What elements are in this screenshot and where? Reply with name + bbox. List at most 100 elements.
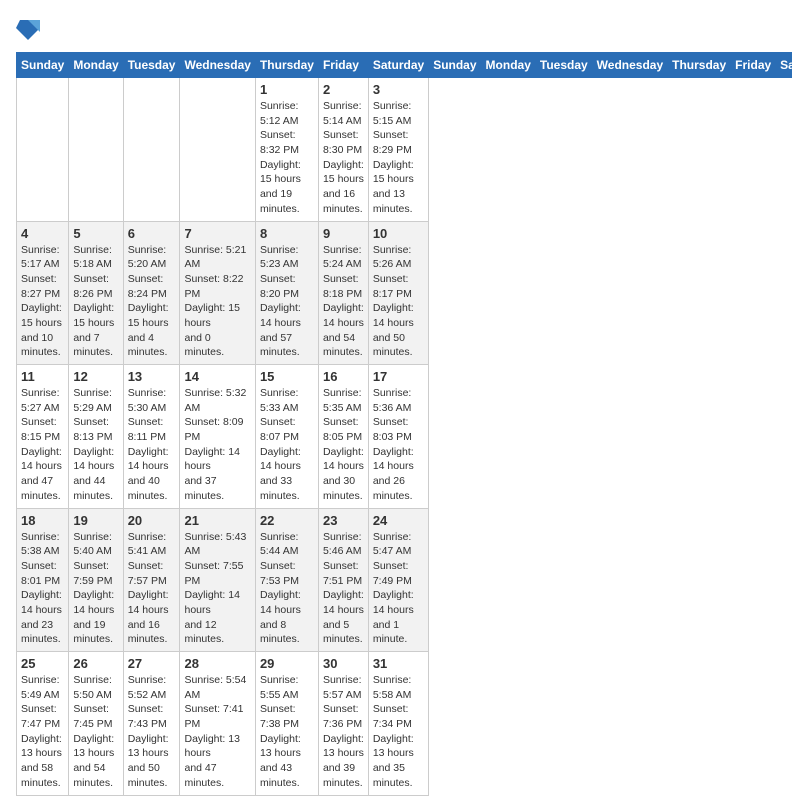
day-number: 11: [21, 369, 64, 384]
calendar-cell: 26 Sunrise: 5:50 AM Sunset: 7:45 PM Dayli…: [69, 652, 123, 796]
header-day-wednesday: Wednesday: [592, 53, 667, 78]
day-number: 3: [373, 82, 424, 97]
calendar-cell: 4Sunrise: 5:17 AM Sunset: 8:27 PM Daylig…: [17, 221, 69, 365]
calendar-cell: 20Sunrise: 5:41 AM Sunset: 7:57 PM Dayli…: [123, 508, 180, 652]
day-info: Sunrise: 5:26 AM Sunset: 8:17 PM Dayligh…: [373, 243, 424, 361]
calendar-cell: 13 Sunrise: 5:30 AM Sunset: 8:11 PM Dayli…: [123, 365, 180, 509]
calendar-cell: 28 Sunrise: 5:54 AM Sunset: 7:41 PM Dayli…: [180, 652, 255, 796]
calendar-cell: 15 Sunrise: 5:33 AM Sunset: 8:07 PM Dayli…: [255, 365, 318, 509]
day-number: 25: [21, 656, 64, 671]
calendar-cell: 30 Sunrise: 5:57 AM Sunset: 7:36 PM Dayli…: [318, 652, 368, 796]
day-info: Sunrise: 5:14 AM Sunset: 8:30 PM Dayligh…: [323, 99, 364, 217]
header-monday: Monday: [69, 53, 123, 78]
day-number: 12: [73, 369, 118, 384]
day-info: Sunrise: 5:43 AM Sunset: 7:55 PM Dayligh…: [184, 530, 250, 648]
calendar-cell: 14Sunrise: 5:32 AM Sunset: 8:09 PM Dayli…: [180, 365, 255, 509]
day-number: 20: [128, 513, 176, 528]
day-number: 23: [323, 513, 364, 528]
calendar-cell: 8Sunrise: 5:23 AM Sunset: 8:20 PM Daylig…: [255, 221, 318, 365]
day-info: Sunrise: 5:36 AM Sunset: 8:03 PM Dayligh…: [373, 386, 424, 504]
day-info: Sunrise: 5:33 AM Sunset: 8:07 PM Dayligh…: [260, 386, 314, 504]
day-number: 1: [260, 82, 314, 97]
calendar-cell: 16Sunrise: 5:35 AM Sunset: 8:05 PM Dayli…: [318, 365, 368, 509]
calendar-cell: 18 Sunrise: 5:38 AM Sunset: 8:01 PM Dayli…: [17, 508, 69, 652]
week-row-4: 18 Sunrise: 5:38 AM Sunset: 8:01 PM Dayli…: [17, 508, 792, 652]
calendar-cell: 3Sunrise: 5:15 AM Sunset: 8:29 PM Daylig…: [368, 78, 428, 222]
day-number: 13: [128, 369, 176, 384]
day-info: Sunrise: 5:55 AM Sunset: 7:38 PM Dayligh…: [260, 673, 314, 791]
day-info: Sunrise: 5:23 AM Sunset: 8:20 PM Dayligh…: [260, 243, 314, 361]
day-number: 7: [184, 226, 250, 241]
calendar-cell: 19Sunrise: 5:40 AM Sunset: 7:59 PM Dayli…: [69, 508, 123, 652]
header-wednesday: Wednesday: [180, 53, 255, 78]
week-row-3: 11 Sunrise: 5:27 AM Sunset: 8:15 PM Dayli…: [17, 365, 792, 509]
day-number: 15: [260, 369, 314, 384]
header-day-monday: Monday: [481, 53, 535, 78]
day-info: Sunrise: 5:30 AM Sunset: 8:11 PM Dayligh…: [128, 386, 176, 504]
day-info: Sunrise: 5:20 AM Sunset: 8:24 PM Dayligh…: [128, 243, 176, 361]
calendar-cell: 7Sunrise: 5:21 AM Sunset: 8:22 PM Daylig…: [180, 221, 255, 365]
day-number: 27: [128, 656, 176, 671]
day-number: 17: [373, 369, 424, 384]
header-day-saturday: Saturday: [776, 53, 792, 78]
calendar-cell: 27 Sunrise: 5:52 AM Sunset: 7:43 PM Dayli…: [123, 652, 180, 796]
header-thursday: Thursday: [255, 53, 318, 78]
day-number: 10: [373, 226, 424, 241]
header-friday: Friday: [318, 53, 368, 78]
calendar-cell: 12 Sunrise: 5:29 AM Sunset: 8:13 PM Dayli…: [69, 365, 123, 509]
day-info: Sunrise: 5:38 AM Sunset: 8:01 PM Dayligh…: [21, 530, 64, 648]
calendar-cell: 31Sunrise: 5:58 AM Sunset: 7:34 PM Dayli…: [368, 652, 428, 796]
calendar-cell: 6 Sunrise: 5:20 AM Sunset: 8:24 PM Daylig…: [123, 221, 180, 365]
calendar-cell: 29 Sunrise: 5:55 AM Sunset: 7:38 PM Dayli…: [255, 652, 318, 796]
calendar-cell: 25 Sunrise: 5:49 AM Sunset: 7:47 PM Dayli…: [17, 652, 69, 796]
calendar-cell: 17 Sunrise: 5:36 AM Sunset: 8:03 PM Dayli…: [368, 365, 428, 509]
calendar-cell: 11 Sunrise: 5:27 AM Sunset: 8:15 PM Dayli…: [17, 365, 69, 509]
calendar-cell: 23 Sunrise: 5:46 AM Sunset: 7:51 PM Dayli…: [318, 508, 368, 652]
day-number: 30: [323, 656, 364, 671]
logo: [16, 16, 44, 44]
day-info: Sunrise: 5:24 AM Sunset: 8:18 PM Dayligh…: [323, 243, 364, 361]
header-sunday: Sunday: [17, 53, 69, 78]
day-info: Sunrise: 5:54 AM Sunset: 7:41 PM Dayligh…: [184, 673, 250, 791]
day-number: 18: [21, 513, 64, 528]
header-day-friday: Friday: [731, 53, 776, 78]
day-number: 5: [73, 226, 118, 241]
calendar-cell: 1 Sunrise: 5:12 AM Sunset: 8:32 PM Daylig…: [255, 78, 318, 222]
calendar-cell: 24Sunrise: 5:47 AM Sunset: 7:49 PM Dayli…: [368, 508, 428, 652]
day-number: 4: [21, 226, 64, 241]
day-info: Sunrise: 5:27 AM Sunset: 8:15 PM Dayligh…: [21, 386, 64, 504]
calendar-cell: 22Sunrise: 5:44 AM Sunset: 7:53 PM Dayli…: [255, 508, 318, 652]
calendar-cell: [123, 78, 180, 222]
day-number: 29: [260, 656, 314, 671]
calendar-cell: 9 Sunrise: 5:24 AM Sunset: 8:18 PM Daylig…: [318, 221, 368, 365]
day-info: Sunrise: 5:29 AM Sunset: 8:13 PM Dayligh…: [73, 386, 118, 504]
day-info: Sunrise: 5:12 AM Sunset: 8:32 PM Dayligh…: [260, 99, 314, 217]
week-row-5: 25 Sunrise: 5:49 AM Sunset: 7:47 PM Dayli…: [17, 652, 792, 796]
week-row-1: 1 Sunrise: 5:12 AM Sunset: 8:32 PM Daylig…: [17, 78, 792, 222]
day-number: 28: [184, 656, 250, 671]
day-info: Sunrise: 5:44 AM Sunset: 7:53 PM Dayligh…: [260, 530, 314, 648]
logo-icon: [16, 16, 40, 44]
header-tuesday: Tuesday: [123, 53, 180, 78]
calendar-cell: [17, 78, 69, 222]
day-number: 21: [184, 513, 250, 528]
day-number: 9: [323, 226, 364, 241]
calendar-cell: 10 Sunrise: 5:26 AM Sunset: 8:17 PM Dayli…: [368, 221, 428, 365]
days-header-row: SundayMondayTuesdayWednesdayThursdayFrid…: [17, 53, 792, 78]
day-number: 2: [323, 82, 364, 97]
day-info: Sunrise: 5:50 AM Sunset: 7:45 PM Dayligh…: [73, 673, 118, 791]
day-info: Sunrise: 5:49 AM Sunset: 7:47 PM Dayligh…: [21, 673, 64, 791]
day-number: 24: [373, 513, 424, 528]
calendar-cell: [180, 78, 255, 222]
day-number: 19: [73, 513, 118, 528]
day-number: 26: [73, 656, 118, 671]
day-number: 6: [128, 226, 176, 241]
header-day-tuesday: Tuesday: [535, 53, 592, 78]
header-saturday: Saturday: [368, 53, 428, 78]
week-row-2: 4Sunrise: 5:17 AM Sunset: 8:27 PM Daylig…: [17, 221, 792, 365]
day-info: Sunrise: 5:52 AM Sunset: 7:43 PM Dayligh…: [128, 673, 176, 791]
day-number: 14: [184, 369, 250, 384]
day-info: Sunrise: 5:57 AM Sunset: 7:36 PM Dayligh…: [323, 673, 364, 791]
day-info: Sunrise: 5:46 AM Sunset: 7:51 PM Dayligh…: [323, 530, 364, 648]
header-day-thursday: Thursday: [668, 53, 731, 78]
